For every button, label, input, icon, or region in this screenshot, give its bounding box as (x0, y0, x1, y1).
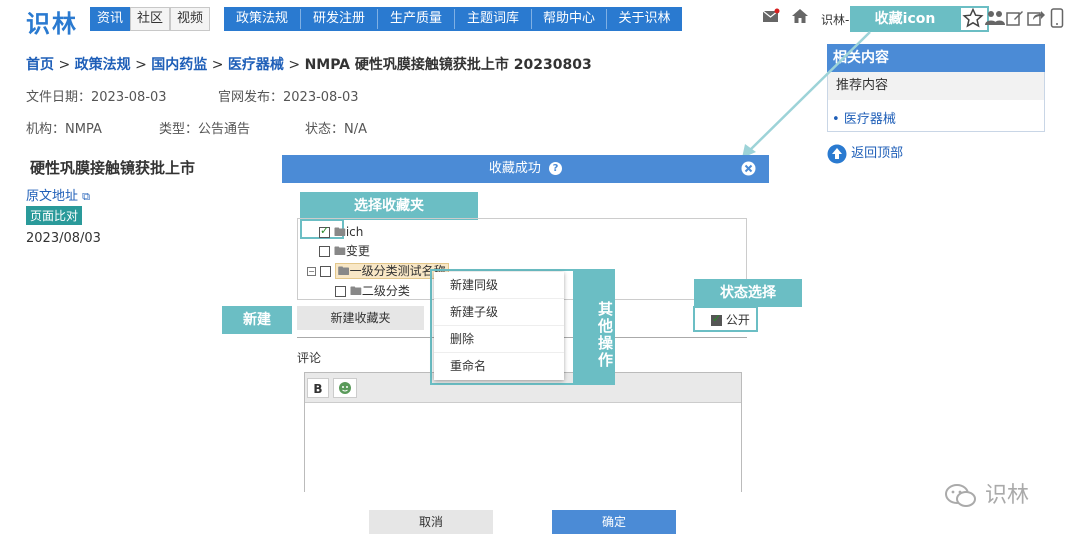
folder-icon: 🖿 (333, 225, 346, 239)
breadcrumb-medical-device[interactable]: 医疗器械 (228, 57, 284, 73)
doc-status: 状态：N/A (305, 122, 367, 137)
article-date: 2023/08/03 (26, 231, 101, 246)
share-group-icon[interactable] (985, 10, 1005, 30)
export-icon[interactable] (1027, 9, 1045, 31)
checkbox-change[interactable] (319, 246, 330, 257)
close-icon[interactable] (740, 160, 757, 177)
breadcrumb-separator: > (288, 57, 301, 73)
folder-icon: 🖿 (337, 264, 350, 278)
tab-video[interactable]: 视频 (170, 7, 210, 31)
star-icon[interactable] (962, 7, 984, 32)
confirm-button[interactable]: 确定 (552, 510, 676, 534)
menu-new-sibling[interactable]: 新建同级 (434, 272, 564, 299)
menu-new-child[interactable]: 新建子级 (434, 299, 564, 326)
wechat-icon (945, 484, 976, 507)
mobile-icon[interactable] (1050, 8, 1064, 32)
site-logo[interactable]: 识林 (26, 4, 78, 39)
new-callout: 新建 (222, 306, 292, 334)
folder-icon: 🖿 (333, 244, 346, 258)
nav-policy[interactable]: 政策法规 (224, 7, 300, 31)
checkbox-level2[interactable] (335, 286, 346, 297)
public-checkbox[interactable] (711, 312, 722, 326)
dialog-title: 收藏成功 (488, 161, 541, 176)
user-name[interactable]: 识林- (821, 11, 849, 28)
favorite-icon-callout: 收藏icon (850, 6, 960, 32)
nav-about[interactable]: 关于识林 (607, 7, 682, 31)
publish-date: 官网发布：2023-08-03 (218, 90, 359, 105)
breadcrumb-domestic[interactable]: 国内药监 (151, 57, 207, 73)
article-title: 硬性巩膜接触镜获批上市 (30, 159, 196, 177)
external-link-icon: ⧉ (82, 190, 91, 203)
folder-item-level1[interactable]: − 🖿一级分类测试名称 (307, 262, 449, 283)
breadcrumb-separator: > (211, 57, 224, 73)
nav-production-quality[interactable]: 生产质量 (378, 7, 454, 31)
status-callout: 状态选择 (694, 279, 802, 307)
menu-delete[interactable]: 删除 (434, 326, 564, 353)
home-icon[interactable] (791, 8, 809, 26)
edit-icon[interactable] (1006, 9, 1024, 31)
new-folder-button[interactable]: 新建收藏夹 (297, 306, 424, 330)
tab-news[interactable]: 资讯 (90, 7, 130, 31)
bold-button[interactable]: B (307, 378, 329, 398)
source-link-label: 原文地址 (26, 189, 79, 204)
checkbox-level1[interactable] (319, 266, 331, 277)
compare-badge[interactable]: 页面比对 (26, 206, 83, 225)
collapse-icon[interactable]: − (307, 267, 316, 276)
public-toggle[interactable]: 公开 (711, 311, 750, 328)
comment-label: 评论 (297, 351, 322, 365)
comment-textarea[interactable] (305, 404, 741, 492)
public-label: 公开 (725, 313, 750, 327)
breadcrumb-home[interactable]: 首页 (26, 57, 54, 73)
help-icon[interactable]: ? (549, 162, 563, 175)
callout-connector (742, 31, 871, 158)
folder-label: 变更 (345, 244, 370, 258)
dialog-header: 收藏成功 ? (282, 155, 769, 183)
doc-type: 类型：公告通告 (159, 122, 251, 137)
breadcrumb: 首页 > 政策法规 > 国内药监 > 医疗器械 > NMPA 硬性巩膜接触镜获批… (26, 54, 592, 74)
watermark-text: 识林 (985, 483, 1030, 508)
nav-rd-registration[interactable]: 研发注册 (301, 7, 377, 31)
folder-label: ich (345, 225, 364, 239)
mail-icon[interactable] (762, 8, 780, 26)
tab-community[interactable]: 社区 (130, 7, 170, 31)
breadcrumb-separator: > (58, 57, 71, 73)
nav-help-center[interactable]: 帮助中心 (532, 7, 606, 31)
folder-item-change[interactable]: 🖿变更 (319, 242, 370, 263)
folder-item-level2[interactable]: 🖿二级分类 (335, 282, 410, 303)
cancel-button[interactable]: 取消 (369, 510, 493, 534)
breadcrumb-separator: > (135, 57, 147, 73)
watermark: 识林 (944, 477, 1029, 510)
file-date: 文件日期：2023-08-03 (26, 90, 167, 105)
folder-item-ich[interactable]: 🖿ich (319, 223, 363, 244)
menu-rename[interactable]: 重命名 (434, 353, 564, 380)
breadcrumb-policy[interactable]: 政策法规 (75, 57, 131, 73)
emoji-icon[interactable] (333, 378, 357, 398)
folder-icon: 🖿 (349, 284, 362, 298)
context-menu: 新建同级 新建子级 删除 重命名 (434, 272, 564, 380)
source-link[interactable]: 原文地址 ⧉ (26, 185, 90, 204)
breadcrumb-current: NMPA 硬性巩膜接触镜获批上市 20230803 (304, 57, 592, 73)
folder-label: 二级分类 (361, 284, 410, 298)
checkbox-ich[interactable] (319, 224, 330, 238)
other-actions-callout: 其他操作 (573, 269, 615, 385)
agency: 机构：NMPA (26, 122, 102, 137)
select-folder-callout: 选择收藏夹 (300, 192, 478, 220)
nav-topic-lexicon[interactable]: 主题词库 (455, 7, 531, 31)
